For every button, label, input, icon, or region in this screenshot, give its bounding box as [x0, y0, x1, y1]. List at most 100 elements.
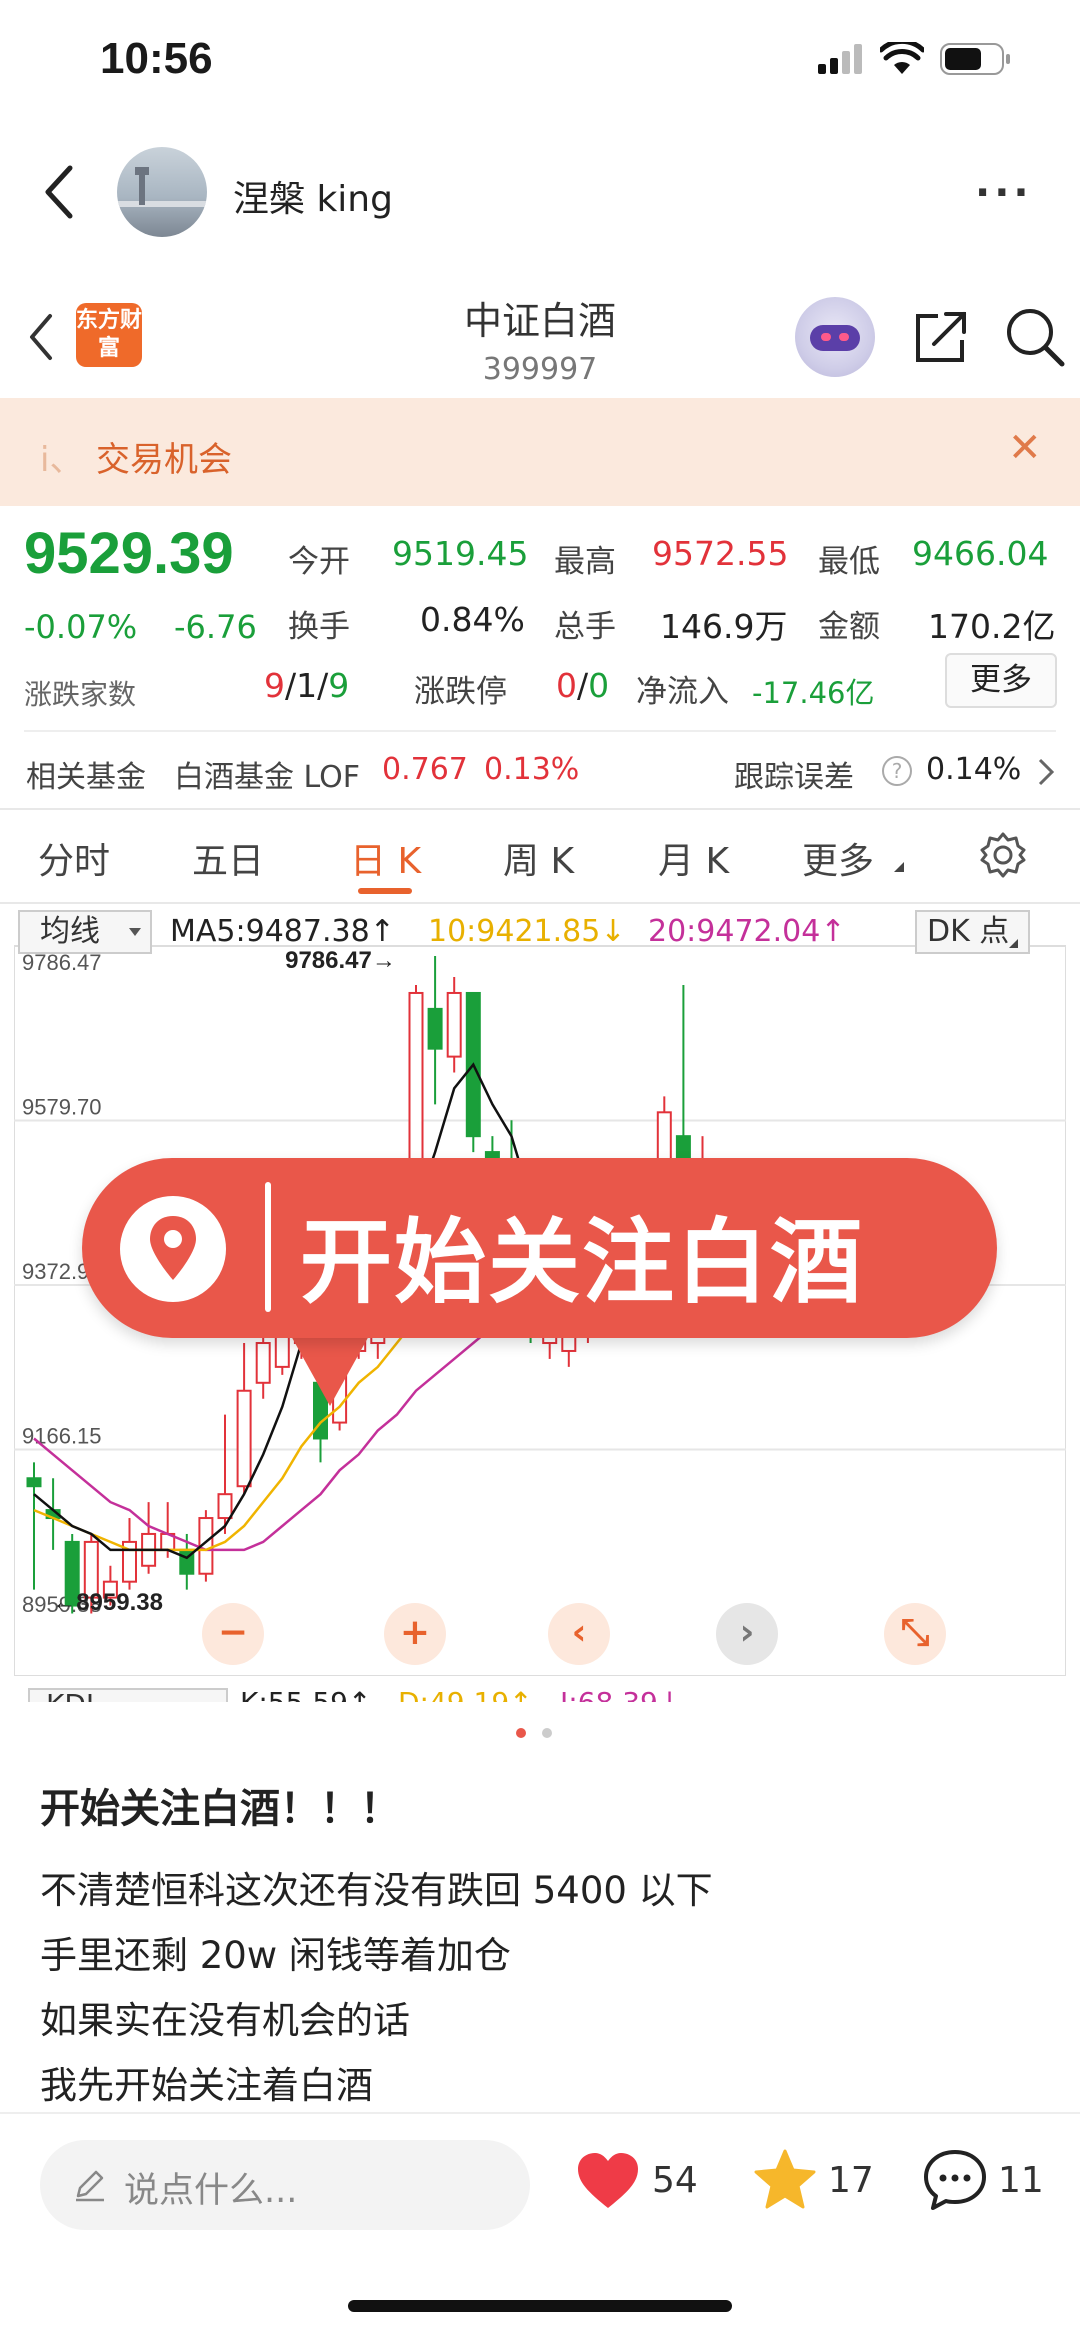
candle-up	[236, 1389, 252, 1488]
current-price: 9529.39	[24, 521, 234, 586]
cellular-signal-icon	[818, 44, 862, 74]
fund-price: 0.767	[382, 752, 468, 787]
tab-weekly-k[interactable]: 周 K	[503, 832, 574, 884]
tab-five-day[interactable]: 五日	[192, 832, 264, 884]
more-quote-button[interactable]: 更多	[945, 653, 1057, 708]
chevron-right-icon[interactable]	[1036, 756, 1056, 788]
username[interactable]: 涅槃 king	[233, 170, 393, 222]
open-label: 今开	[288, 544, 350, 580]
amount-value: 170.2亿	[928, 607, 1056, 646]
bottom-divider	[0, 2112, 1080, 2114]
post-line: 不清楚恒科这次还有没有跌回 5400 以下	[40, 1869, 713, 1912]
wifi-icon	[880, 42, 924, 74]
min-annotation: ←8959.38	[52, 1589, 163, 1616]
turnover-value: 0.84%	[420, 600, 525, 639]
avatar[interactable]	[117, 147, 207, 237]
fund-percent: 0.13%	[484, 752, 580, 787]
d-value: D:49.19↑	[398, 1686, 533, 1702]
comment-count: 11	[998, 2160, 1044, 2201]
help-icon[interactable]: ?	[882, 756, 912, 786]
kdj-select[interactable]: KDJ	[28, 1688, 228, 1702]
active-tab-indicator	[358, 888, 412, 894]
overlay-text: 开始关注白酒	[300, 1209, 865, 1316]
ma20-label: 20:9472.04↑	[648, 914, 846, 949]
zoom-in-button[interactable]: +	[384, 1603, 446, 1665]
open-value: 9519.45	[392, 534, 529, 573]
comment-icon[interactable]	[922, 2148, 988, 2212]
low-label: 最低	[818, 544, 880, 580]
tracking-value: 0.14%	[926, 752, 1022, 787]
change-value: -6.76	[174, 608, 257, 646]
bubble-tail	[290, 1334, 370, 1406]
k-value: K:55.59↑	[240, 1686, 371, 1702]
banner-prefix: i、	[40, 440, 84, 480]
battery-icon	[940, 43, 1010, 75]
candle-up	[446, 991, 462, 1058]
post-line: 如果实在没有机会的话	[40, 1999, 410, 2042]
breadth-label: 涨跌家数	[24, 678, 137, 711]
y-tick-label: 9579.70	[22, 1094, 102, 1119]
tab-monthly-k[interactable]: 月 K	[658, 832, 729, 884]
high-label: 最高	[554, 544, 616, 580]
amount-label: 金额	[818, 609, 880, 645]
gear-icon[interactable]	[978, 830, 1028, 880]
page-dot	[542, 1728, 552, 1738]
assistant-robot-icon[interactable]	[795, 297, 875, 377]
heart-icon[interactable]	[574, 2150, 642, 2212]
tracking-label: 跟踪误差	[734, 760, 854, 795]
netflow-label: 净流入	[636, 674, 729, 710]
prev-button[interactable]: ‹	[548, 1603, 610, 1665]
candle-down	[26, 1477, 42, 1488]
tab-intraday[interactable]: 分时	[38, 832, 110, 884]
kdj-row: KDJ K:55.59↑ D:49.19↑ J:68.39↓	[14, 1680, 1066, 1702]
fullscreen-button[interactable]: ⤡	[884, 1603, 946, 1665]
zoom-out-button[interactable]: −	[202, 1603, 264, 1665]
share-icon[interactable]	[912, 308, 970, 366]
turnover-label: 换手	[288, 609, 350, 645]
candle-up	[255, 1342, 271, 1384]
limit-value: 0/0	[556, 666, 610, 705]
post-line: 我先开始关注着白酒	[40, 2064, 373, 2107]
ma10-label: 10:9421.85↓	[428, 914, 626, 949]
section-divider	[0, 808, 1080, 810]
limit-label: 涨跌停	[414, 674, 507, 710]
fund-label: 相关基金	[26, 760, 146, 795]
select-arrow-icon	[129, 928, 141, 936]
y-tick-label: 9166.15	[22, 1424, 102, 1449]
back-icon[interactable]	[42, 164, 76, 220]
high-value: 9572.55	[652, 534, 789, 573]
tab-more[interactable]: 更多	[802, 832, 874, 884]
bubble-separator	[265, 1182, 271, 1312]
candle-up	[217, 1493, 233, 1520]
post-line: 手里还剩 20w 闲钱等着加仓	[40, 1934, 511, 1977]
j-value: J:68.39↓	[560, 1686, 681, 1702]
tab-daily-k[interactable]: 日 K	[350, 832, 421, 884]
ma5-label: MA5:9487.38↑	[170, 914, 395, 949]
page-dot-active	[516, 1728, 526, 1738]
comment-placeholder[interactable]: 说点什么...	[124, 2162, 297, 2213]
pencil-icon	[76, 2170, 104, 2202]
location-pin-icon	[120, 1196, 226, 1302]
fund-name[interactable]: 白酒基金 LOF	[174, 752, 360, 796]
status-time: 10:56	[100, 34, 213, 83]
next-button[interactable]: ›	[716, 1603, 778, 1665]
dropdown-triangle-icon	[894, 862, 904, 872]
home-indicator	[348, 2300, 732, 2312]
change-percent: -0.07%	[24, 608, 138, 646]
chart-top-divider	[0, 902, 1080, 904]
volume-value: 146.9万	[660, 607, 788, 646]
star-count: 17	[828, 2160, 874, 2201]
candle-down	[427, 1007, 443, 1050]
volume-label: 总手	[554, 609, 616, 645]
dk-arrow-icon	[1009, 939, 1018, 948]
banner-text[interactable]: 交易机会	[96, 432, 232, 481]
banner-close-icon[interactable]: ✕	[1008, 425, 1042, 471]
search-icon[interactable]	[1004, 306, 1066, 368]
candle-down	[675, 1135, 691, 1162]
y-tick-label: 9372.9	[22, 1259, 89, 1284]
divider	[24, 730, 1056, 732]
breadth-value: 9/1/9	[264, 666, 350, 705]
star-icon[interactable]	[752, 2148, 818, 2212]
more-options-icon[interactable]: ···	[975, 170, 1033, 216]
max-annotation: 9786.47→	[285, 947, 396, 974]
